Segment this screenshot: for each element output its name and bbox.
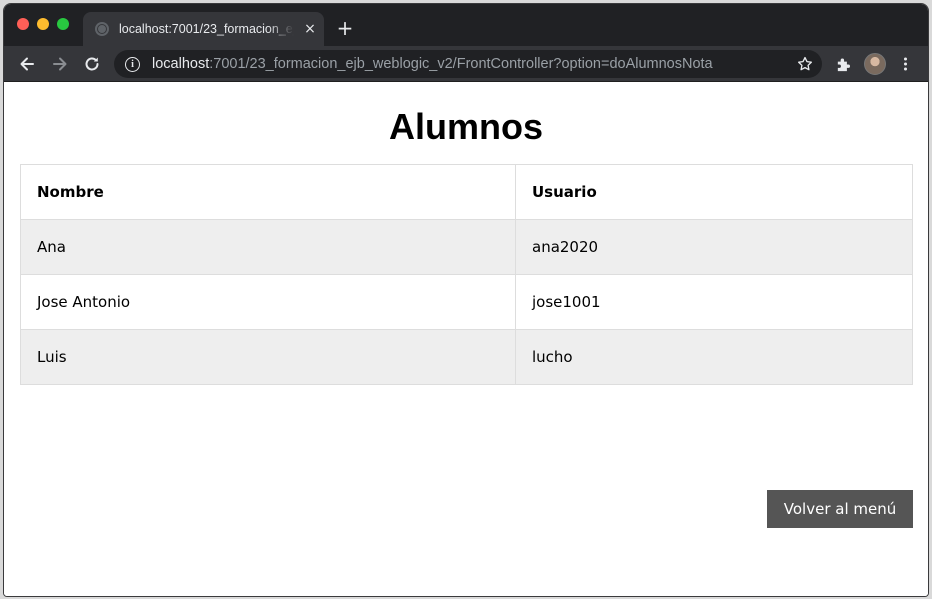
reload-icon[interactable] (81, 53, 103, 75)
browser-window: localhost:7001/23_formacion_ejb_weblogic… (3, 3, 929, 597)
cell-usuario: lucho (515, 329, 913, 385)
page-title: Alumnos (388, 106, 543, 147)
maximize-window-button[interactable] (57, 18, 69, 30)
puzzle-icon[interactable] (832, 53, 854, 75)
url-path: :7001/23_formacion_ejb_weblogic_v2/Front… (209, 56, 713, 72)
url-text[interactable]: localhost:7001/23_formacion_ejb_weblogic… (152, 56, 713, 72)
back-arrow-icon[interactable] (16, 53, 38, 75)
cell-usuario: ana2020 (515, 219, 913, 275)
minimize-window-button[interactable] (37, 18, 49, 30)
cell-usuario: jose1001 (515, 274, 913, 330)
header-nombre: Nombre (20, 164, 516, 220)
browser-tab[interactable]: localhost:7001/23_formacion_ejb_weblogic… (83, 12, 324, 46)
table-row: Jose Antonio jose1001 (20, 274, 913, 330)
globe-icon (95, 22, 109, 36)
address-bar[interactable]: i localhost:7001/23_formacion_ejb_weblog… (114, 50, 822, 78)
header-usuario: Usuario (515, 164, 913, 220)
tab-title: localhost:7001/23_formacion_ejb_weblogic… (119, 22, 294, 36)
forward-arrow-icon[interactable] (49, 53, 71, 75)
tab-close-icon[interactable]: × (302, 21, 318, 37)
close-window-button[interactable] (17, 18, 29, 30)
table-row: Luis lucho (20, 329, 913, 385)
back-to-menu-button[interactable]: Volver al menú (767, 490, 913, 528)
cell-nombre: Luis (20, 329, 516, 385)
table-header-row: Nombre Usuario (20, 164, 913, 220)
url-host: localhost (152, 56, 210, 72)
kebab-menu-icon[interactable] (898, 53, 912, 75)
star-icon[interactable] (796, 55, 814, 73)
new-tab-button[interactable]: + (335, 18, 355, 38)
cell-nombre: Jose Antonio (20, 274, 516, 330)
page-content: Alumnos Nombre Usuario Ana ana2020 Jose … (4, 82, 928, 596)
students-table: Nombre Usuario Ana ana2020 Jose Antonio … (20, 164, 913, 385)
table-row: Ana ana2020 (20, 219, 913, 275)
cell-nombre: Ana (20, 219, 516, 275)
browser-toolbar: i localhost:7001/23_formacion_ejb_weblog… (4, 46, 928, 82)
tab-strip: localhost:7001/23_formacion_ejb_weblogic… (4, 4, 928, 46)
info-icon[interactable]: i (125, 56, 140, 72)
avatar[interactable] (864, 53, 886, 75)
